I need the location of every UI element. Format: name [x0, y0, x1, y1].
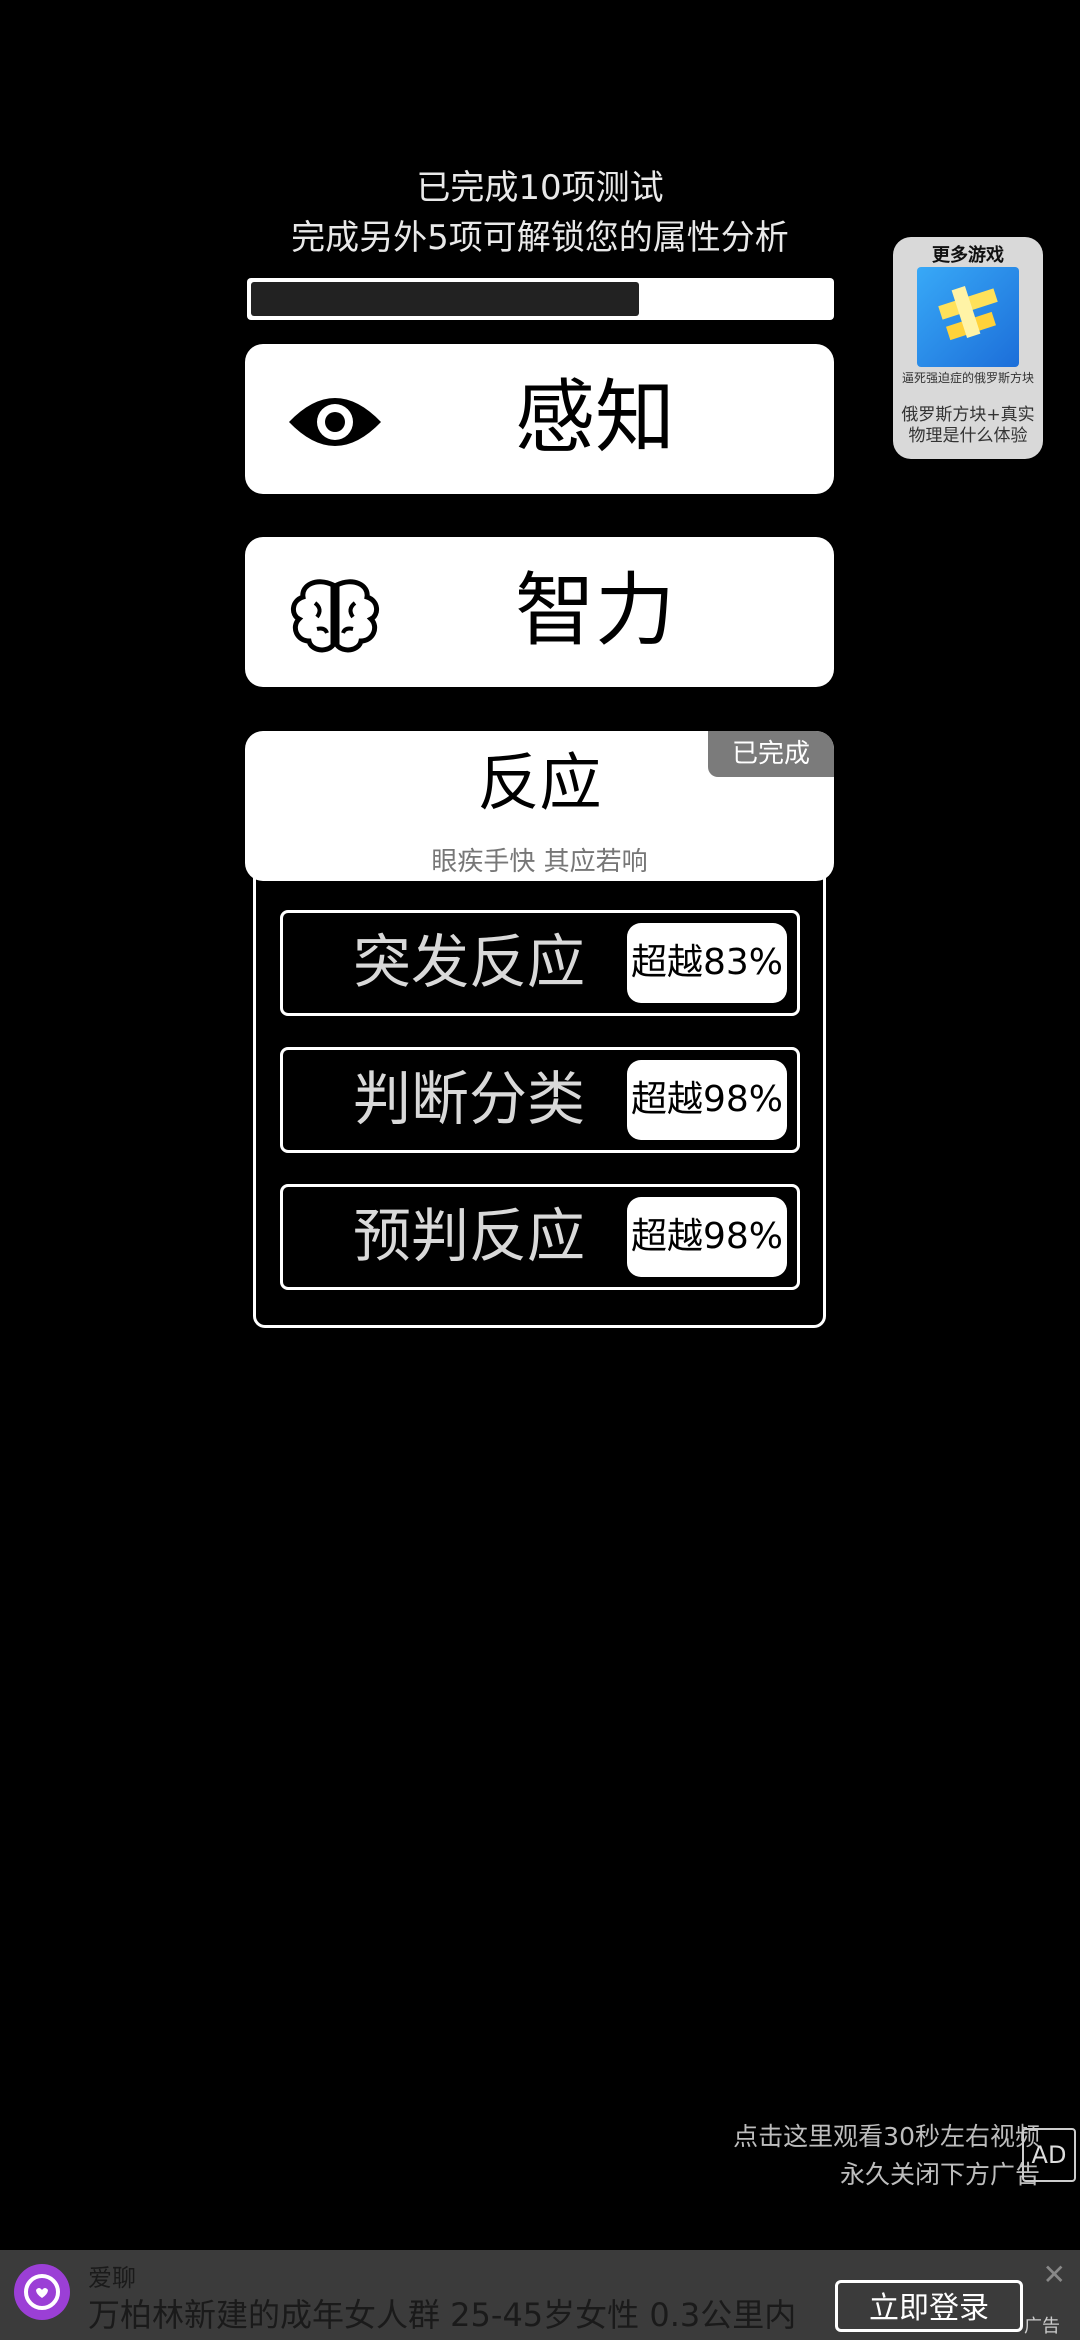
score-badge: 超越98%: [627, 1060, 787, 1140]
ad-close-icon[interactable]: ✕: [1043, 2258, 1066, 2291]
progress-bar: [247, 278, 834, 320]
category-subtitle: 眼疾手快 其应若响: [431, 847, 648, 877]
remove-ads-note[interactable]: 点击这里观看30秒左右视频 永久关闭下方广告: [540, 2118, 1040, 2194]
ad-brand: 爱聊: [88, 2264, 136, 2292]
subtest-label: 判断分类: [353, 1065, 586, 1133]
tests-completed-text: 已完成10项测试: [416, 168, 664, 208]
score-badge: 超越98%: [627, 1197, 787, 1277]
tetris-blocks-icon: [938, 286, 998, 341]
subtest-label: 突发反应: [353, 928, 586, 996]
category-label: 感知: [515, 371, 675, 464]
game-thumbnail[interactable]: [917, 267, 1019, 367]
category-card-reaction[interactable]: 已完成 反应 眼疾手快 其应若响: [245, 731, 834, 881]
game-tagline: 逼死强迫症的俄罗斯方块: [901, 371, 1034, 385]
category-card-intelligence[interactable]: 智力: [245, 537, 834, 687]
more-games-title: 更多游戏: [932, 245, 1004, 266]
category-card-perception[interactable]: 感知: [245, 344, 834, 494]
remove-ads-line2: 永久关闭下方广告: [839, 2160, 1040, 2189]
progress-bar-fill: [251, 282, 639, 316]
remove-ads-line1: 点击这里观看30秒左右视频: [733, 2122, 1040, 2151]
ad-block-icon[interactable]: AD: [1022, 2128, 1076, 2182]
score-badge: 超越83%: [627, 923, 787, 1003]
chat-app-logo-icon: [14, 2264, 70, 2320]
category-label: 反应: [477, 746, 602, 819]
subtest-sudden-reaction[interactable]: 突发反应 超越83%: [280, 910, 800, 1016]
category-label: 智力: [515, 564, 675, 657]
bottom-banner-ad[interactable]: 爱聊 万柏林新建的成年女人群 25-45岁女性 0.3公里内 立即登录 ✕ 广告: [0, 2250, 1080, 2340]
eye-icon: [289, 398, 381, 446]
ad-headline: 万柏林新建的成年女人群 25-45岁女性 0.3公里内: [88, 2296, 797, 2334]
subtest-anticipation-reaction[interactable]: 预判反应 超越98%: [280, 1184, 800, 1290]
ad-login-button[interactable]: 立即登录: [835, 2280, 1023, 2332]
subtest-judgment-classification[interactable]: 判断分类 超越98%: [280, 1047, 800, 1153]
game-caption: 俄罗斯方块+真实物理是什么体验: [901, 405, 1035, 446]
more-games-widget[interactable]: 更多游戏 逼死强迫症的俄罗斯方块 俄罗斯方块+真实物理是什么体验: [893, 237, 1043, 459]
subtest-label: 预判反应: [353, 1202, 586, 1270]
ad-tag: 广告: [1024, 2316, 1060, 2337]
brain-icon: [291, 579, 379, 653]
